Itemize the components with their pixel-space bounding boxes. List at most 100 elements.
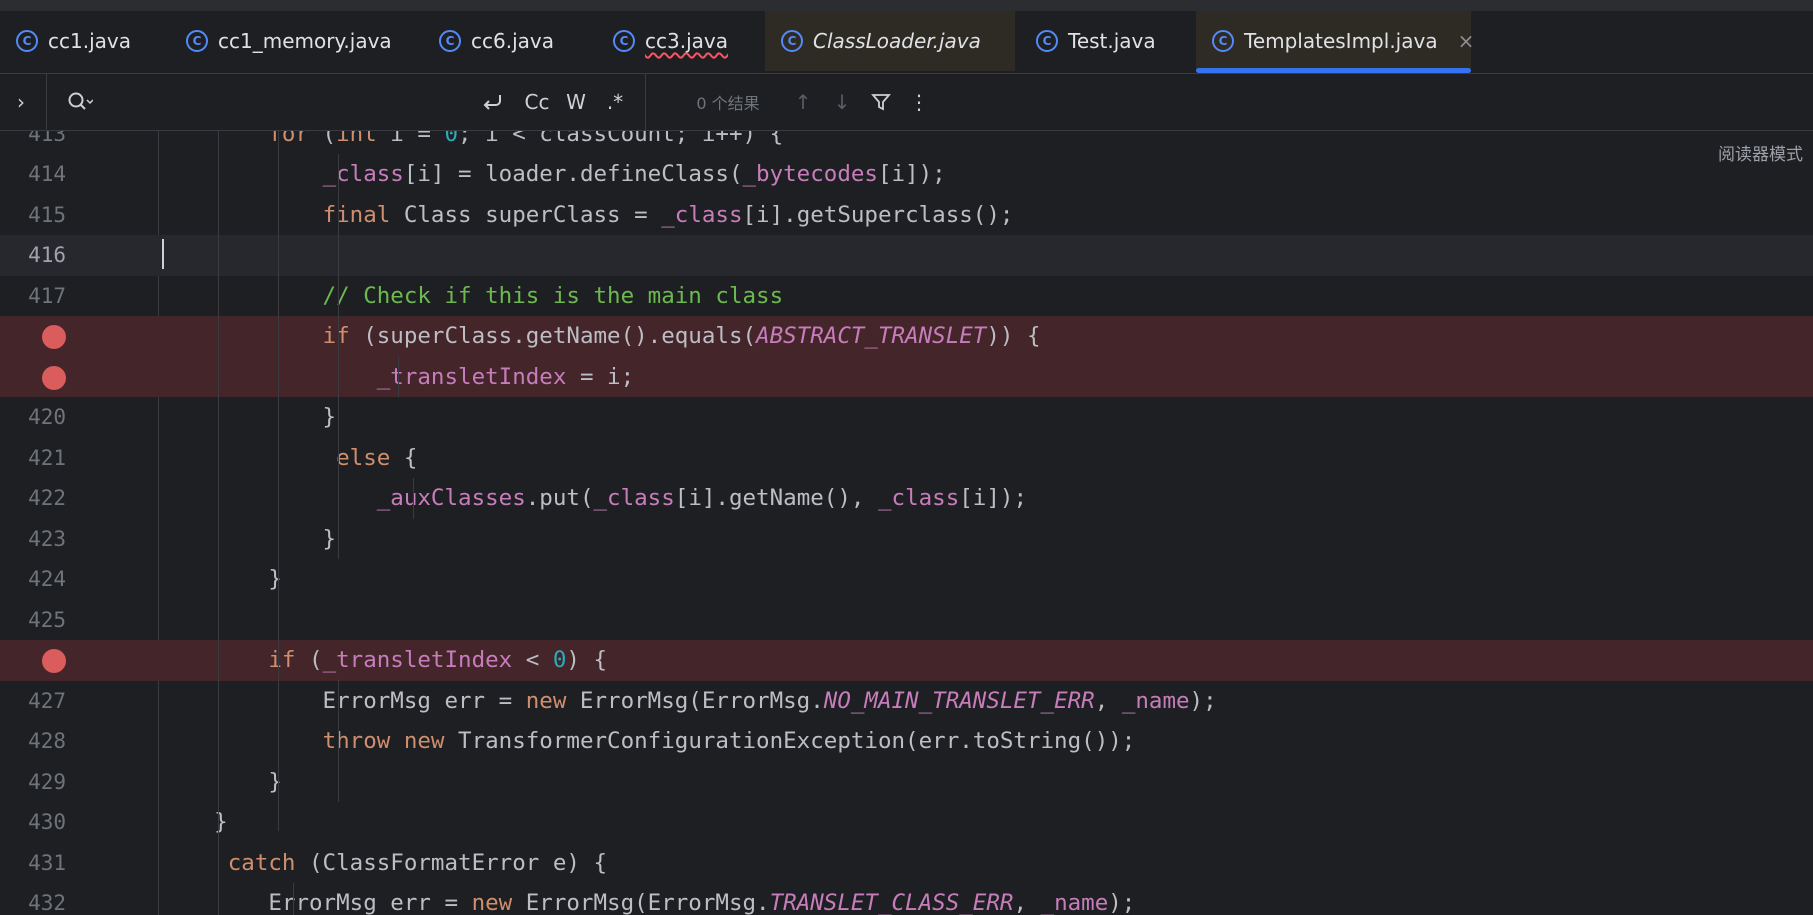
line-number: 429: [28, 769, 66, 794]
indent-guide: [293, 883, 294, 915]
tab-label: TemplatesImpl.java: [1244, 29, 1438, 53]
line-number: 414: [28, 162, 66, 186]
line-number: 415: [28, 202, 66, 227]
line-number: 416: [28, 243, 66, 267]
indent-guide: [278, 131, 279, 831]
tab-label: cc1_memory.java: [218, 29, 392, 53]
code-line-breakpoint: if (superClass.getName().equals(ABSTRACT…: [0, 316, 1813, 357]
search-icon[interactable]: [64, 74, 96, 130]
search-results-count: 0 个结果: [696, 94, 760, 113]
find-bar: › Cc W .* 0 个结果 ↑ ↓ ⋮: [0, 74, 1813, 131]
code-line-breakpoint: if (_transletIndex < 0) {: [0, 640, 1813, 681]
line-number: 431: [28, 850, 66, 875]
divider: [645, 74, 646, 130]
line-text: for (int i = 0; i < classCount; i++) {: [268, 131, 784, 147]
class-icon: C: [439, 30, 461, 52]
code-line: 415 final Class superClass = _class[i].g…: [0, 195, 1813, 236]
tab-cc3[interactable]: C cc3.java: [597, 11, 765, 71]
line-text: final Class superClass = _class[i].getSu…: [322, 201, 1014, 228]
line-text: else {: [336, 444, 418, 471]
line-number: 420: [28, 405, 66, 429]
code-line: 425: [0, 600, 1813, 641]
class-icon: C: [186, 30, 208, 52]
line-text: throw new TransformerConfigurationExcept…: [322, 728, 1136, 754]
code-line: 424 }: [0, 559, 1813, 600]
code-line: 430 }: [0, 802, 1813, 843]
more-options-icon[interactable]: ⋮: [906, 74, 932, 130]
divider: [46, 74, 47, 130]
close-icon[interactable]: ×: [1458, 29, 1475, 53]
code-line: 413 for (int i = 0; i < classCount; i++)…: [0, 131, 1813, 154]
indent-guide: [398, 356, 399, 397]
line-text: ErrorMsg err = new ErrorMsg(ErrorMsg.TRA…: [160, 890, 1136, 915]
line-number: 413: [28, 131, 66, 146]
class-icon: C: [16, 30, 38, 52]
tab-label: ClassLoader.java: [813, 29, 981, 53]
tab-cc1-memory[interactable]: C cc1_memory.java: [170, 11, 420, 71]
line-text: }: [160, 768, 282, 795]
line-text: }: [160, 404, 337, 430]
tab-label: cc1.java: [48, 29, 131, 53]
class-icon: C: [1036, 30, 1058, 52]
indent-guide: [218, 131, 219, 915]
class-icon: C: [781, 30, 803, 52]
code-line: 422 _auxClasses.put(_class[i].getName(),…: [0, 478, 1813, 519]
code-line: 423 }: [0, 519, 1813, 560]
tab-cc6[interactable]: C cc6.java: [423, 11, 598, 71]
tab-classloader[interactable]: C ClassLoader.java: [765, 11, 1015, 71]
code-line: 431 catch (ClassFormatError e) {: [0, 843, 1813, 884]
code-line: 421 else {: [0, 438, 1813, 479]
tab-cc1[interactable]: C cc1.java: [0, 11, 176, 71]
line-text: }: [160, 525, 337, 552]
indent-guide: [338, 680, 339, 802]
class-icon: C: [613, 30, 635, 52]
indent-guide: [338, 154, 339, 559]
words-toggle[interactable]: W: [562, 74, 590, 130]
code-line: 417 // Check if this is the main class: [0, 276, 1813, 317]
arrow-down-icon[interactable]: ↓: [829, 74, 855, 130]
line-text: // Check if this is the main class: [160, 282, 784, 309]
tab-label: cc3.java: [645, 29, 728, 53]
newline-icon[interactable]: [478, 74, 506, 130]
line-number: 423: [28, 526, 66, 551]
match-case-toggle[interactable]: Cc: [520, 74, 554, 130]
breakpoint-icon[interactable]: [42, 649, 66, 673]
line-number: 421: [28, 445, 66, 470]
line-number: 417: [28, 283, 66, 308]
line-text: catch (ClassFormatError e) {: [227, 849, 608, 876]
code-line-breakpoint: _transletIndex = i;: [0, 356, 1813, 397]
code-line: 429 }: [0, 762, 1813, 803]
expand-chevron-icon[interactable]: ›: [6, 74, 36, 130]
tab-label: cc6.java: [471, 29, 554, 53]
window-top-strip: [0, 0, 1813, 11]
line-text: }: [160, 566, 282, 592]
indent-guide: [413, 478, 414, 519]
regex-toggle[interactable]: .*: [600, 74, 630, 130]
arrow-up-icon[interactable]: ↑: [790, 74, 816, 130]
line-text: if (_transletIndex < 0) {: [268, 647, 608, 673]
text-caret: [162, 239, 164, 269]
filter-icon[interactable]: [868, 74, 894, 130]
code-line: 427 ErrorMsg err = new ErrorMsg(ErrorMsg…: [0, 681, 1813, 722]
breakpoint-icon[interactable]: [42, 365, 66, 390]
reader-mode-button[interactable]: 阅读器模式: [1718, 140, 1803, 165]
code-line-current: 416: [0, 235, 1813, 276]
active-tab-indicator: [1196, 68, 1471, 73]
code-editor[interactable]: 413 for (int i = 0; i < classCount; i++)…: [0, 131, 1813, 915]
line-number: 425: [28, 607, 66, 632]
code-line: 414 _class[i] = loader.defineClass(_byte…: [0, 154, 1813, 195]
code-line: 432 ErrorMsg err = new ErrorMsg(ErrorMsg…: [0, 883, 1813, 915]
line-number: 432: [28, 891, 66, 915]
line-text: ErrorMsg err = new ErrorMsg(ErrorMsg.NO_…: [160, 687, 1217, 714]
tab-test[interactable]: C Test.java: [1020, 11, 1195, 71]
line-number: 430: [28, 810, 66, 834]
line-number: 427: [28, 688, 66, 713]
line-number: 422: [28, 486, 66, 510]
code-line: 428 throw new TransformerConfigurationEx…: [0, 721, 1813, 762]
line-number: 424: [28, 567, 66, 591]
class-icon: C: [1212, 30, 1234, 52]
breakpoint-icon[interactable]: [42, 325, 66, 349]
tab-templatesimpl[interactable]: C TemplatesImpl.java ×: [1196, 11, 1474, 73]
line-text: _auxClasses.put(_class[i].getName(), _cl…: [376, 485, 1027, 511]
line-number: 428: [28, 729, 66, 753]
